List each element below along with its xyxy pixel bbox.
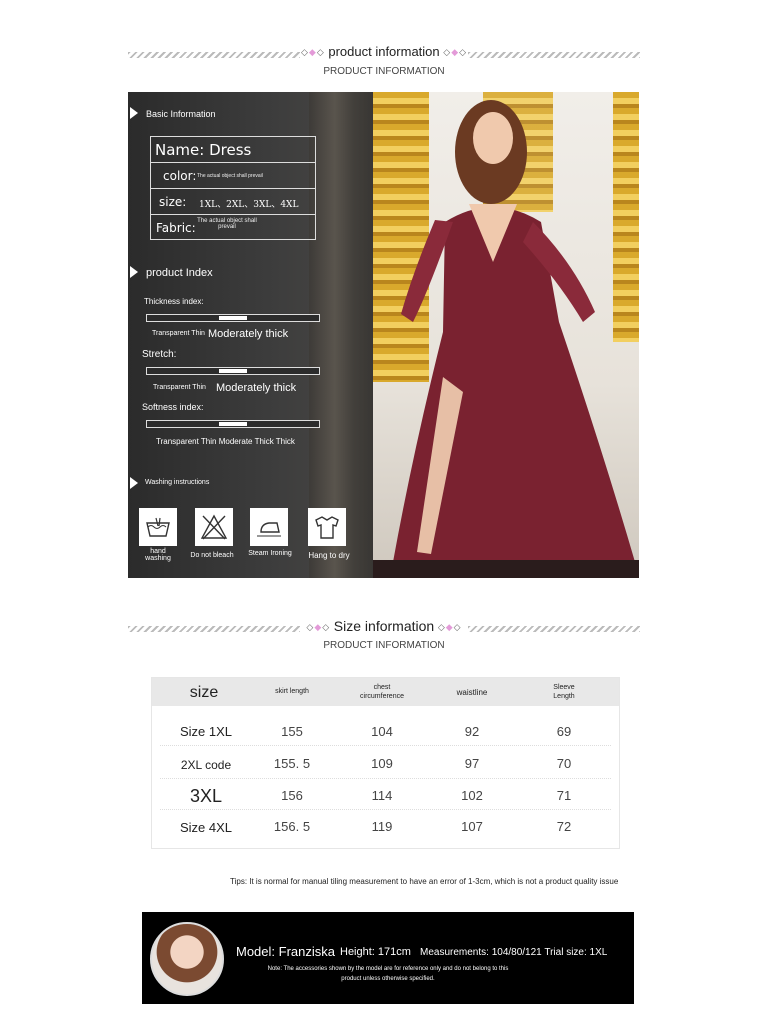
diamond-ornament-icon: ◇◆◇ bbox=[443, 47, 468, 57]
row-chest: 114 bbox=[371, 788, 393, 803]
info-panel: Basic Information Name: Dress color: The… bbox=[128, 92, 373, 578]
model-photo bbox=[373, 92, 639, 578]
model-name: Model: Franziska bbox=[236, 944, 335, 959]
row-sleeve: 71 bbox=[556, 788, 572, 803]
stretch-level bbox=[219, 369, 247, 373]
thickness-scale-left: Transparent Thin bbox=[152, 330, 205, 337]
row-sleeve: 70 bbox=[556, 756, 572, 771]
header-skirt-length: skirt length bbox=[275, 688, 309, 695]
model-height: Height: 171cm bbox=[340, 946, 411, 958]
softness-scale: Transparent Thin Moderate Thick Thick bbox=[156, 437, 295, 446]
measurement-tips: Tips: It is normal for manual tiling mea… bbox=[230, 877, 619, 886]
stretch-scale-right: Moderately thick bbox=[216, 382, 297, 394]
thickness-scale-right: Moderately thick bbox=[208, 328, 289, 340]
thickness-bar bbox=[146, 314, 320, 322]
hang-dry-label: Hang to dry bbox=[308, 551, 350, 560]
washing-heading: Washing instructions bbox=[145, 479, 210, 486]
row-sleeve: 69 bbox=[556, 724, 572, 739]
row-skirt: 156. 5 bbox=[273, 819, 311, 834]
fabric-value-line2: prevail bbox=[218, 224, 236, 230]
color-label: color: bbox=[163, 169, 197, 183]
row-chest: 119 bbox=[371, 819, 393, 834]
model-measurements: Measurements: 104/80/121 Trial size: 1XL bbox=[420, 947, 608, 958]
size-value: 1XL、2XL、3XL、4XL bbox=[199, 200, 299, 210]
size-table: size skirt length chest circumference wai… bbox=[151, 677, 620, 849]
section-subtitle: PRODUCT INFORMATION bbox=[323, 66, 445, 77]
softness-level bbox=[219, 422, 247, 426]
row-skirt: 155. 5 bbox=[273, 756, 311, 771]
iron-label: Steam Ironing bbox=[248, 550, 292, 557]
size-label: size: bbox=[159, 195, 187, 209]
model-avatar bbox=[150, 922, 224, 996]
section-subtitle: PRODUCT INFORMATION bbox=[323, 640, 445, 651]
diamond-ornament-icon: ◇◆◇ bbox=[437, 622, 462, 632]
hand-wash-icon bbox=[139, 508, 177, 546]
row-size: Size 1XL bbox=[179, 724, 233, 739]
row-waist: 97 bbox=[464, 756, 480, 771]
product-name: Name: Dress bbox=[155, 141, 252, 159]
header-sleeve: Sleeve Length bbox=[553, 684, 575, 700]
no-bleach-icon bbox=[195, 508, 233, 546]
thickness-label: Thickness index: bbox=[144, 297, 204, 306]
model-note: Note: The accessories shown by the model… bbox=[267, 966, 509, 982]
softness-bar bbox=[146, 420, 320, 428]
fabric-value: The actual object shall prevail bbox=[197, 218, 257, 230]
ornate-frame-decoration bbox=[309, 92, 373, 578]
basic-info-box: Name: Dress color: The actual object sha… bbox=[150, 136, 316, 240]
product-hero: Basic Information Name: Dress color: The… bbox=[128, 92, 639, 578]
iron-icon bbox=[250, 508, 288, 546]
product-index-heading: product Index bbox=[146, 267, 213, 279]
row-chest: 109 bbox=[371, 756, 393, 771]
triangle-marker-icon bbox=[130, 477, 138, 489]
triangle-marker-icon bbox=[130, 107, 138, 119]
no-bleach-label: Do not bleach bbox=[190, 552, 234, 559]
stretch-scale-left: Transparent Thin bbox=[153, 384, 206, 391]
stretch-bar bbox=[146, 367, 320, 375]
section-title: product information bbox=[328, 44, 440, 59]
header-size: size bbox=[189, 684, 219, 701]
softness-label: Softness index: bbox=[142, 402, 204, 412]
diamond-ornament-icon: ◇◆◇ bbox=[300, 47, 325, 57]
table-header: size skirt length chest circumference wai… bbox=[152, 678, 619, 706]
color-value: The actual object shall prevail bbox=[197, 173, 263, 179]
model-banner: Model: Franziska Height: 171cm Measureme… bbox=[142, 912, 634, 1004]
diamond-ornament-icon: ◇◆◇ bbox=[306, 622, 331, 632]
triangle-marker-icon bbox=[130, 266, 138, 278]
fabric-label: Fabric: bbox=[156, 221, 196, 235]
row-skirt: 156 bbox=[281, 788, 303, 803]
thickness-level bbox=[219, 316, 247, 320]
section-header-size-info: ◇◆◇ Size information ◇◆◇ PRODUCT INFORMA… bbox=[128, 618, 640, 658]
row-waist: 102 bbox=[461, 788, 483, 803]
row-size: Size 4XL bbox=[179, 820, 233, 835]
hang-dry-icon bbox=[308, 508, 346, 546]
row-size: 3XL bbox=[189, 786, 223, 806]
basic-info-heading: Basic Information bbox=[146, 109, 216, 119]
row-size: 2XL code bbox=[180, 758, 232, 772]
row-sleeve: 72 bbox=[556, 819, 572, 834]
header-waistline: waistline bbox=[456, 688, 488, 697]
row-waist: 107 bbox=[461, 819, 483, 834]
header-chest: chest circumference bbox=[360, 684, 404, 700]
row-chest: 104 bbox=[371, 724, 393, 739]
hand-wash-label: hand washing bbox=[145, 548, 171, 562]
row-skirt: 155 bbox=[281, 724, 303, 739]
section-title: Size information bbox=[333, 618, 435, 634]
dress-figure bbox=[373, 100, 639, 578]
row-waist: 92 bbox=[464, 724, 480, 739]
stretch-label: Stretch: bbox=[142, 349, 177, 360]
section-header-product-info: ◇◆◇ product information ◇◆◇ PRODUCT INFO… bbox=[128, 44, 640, 84]
